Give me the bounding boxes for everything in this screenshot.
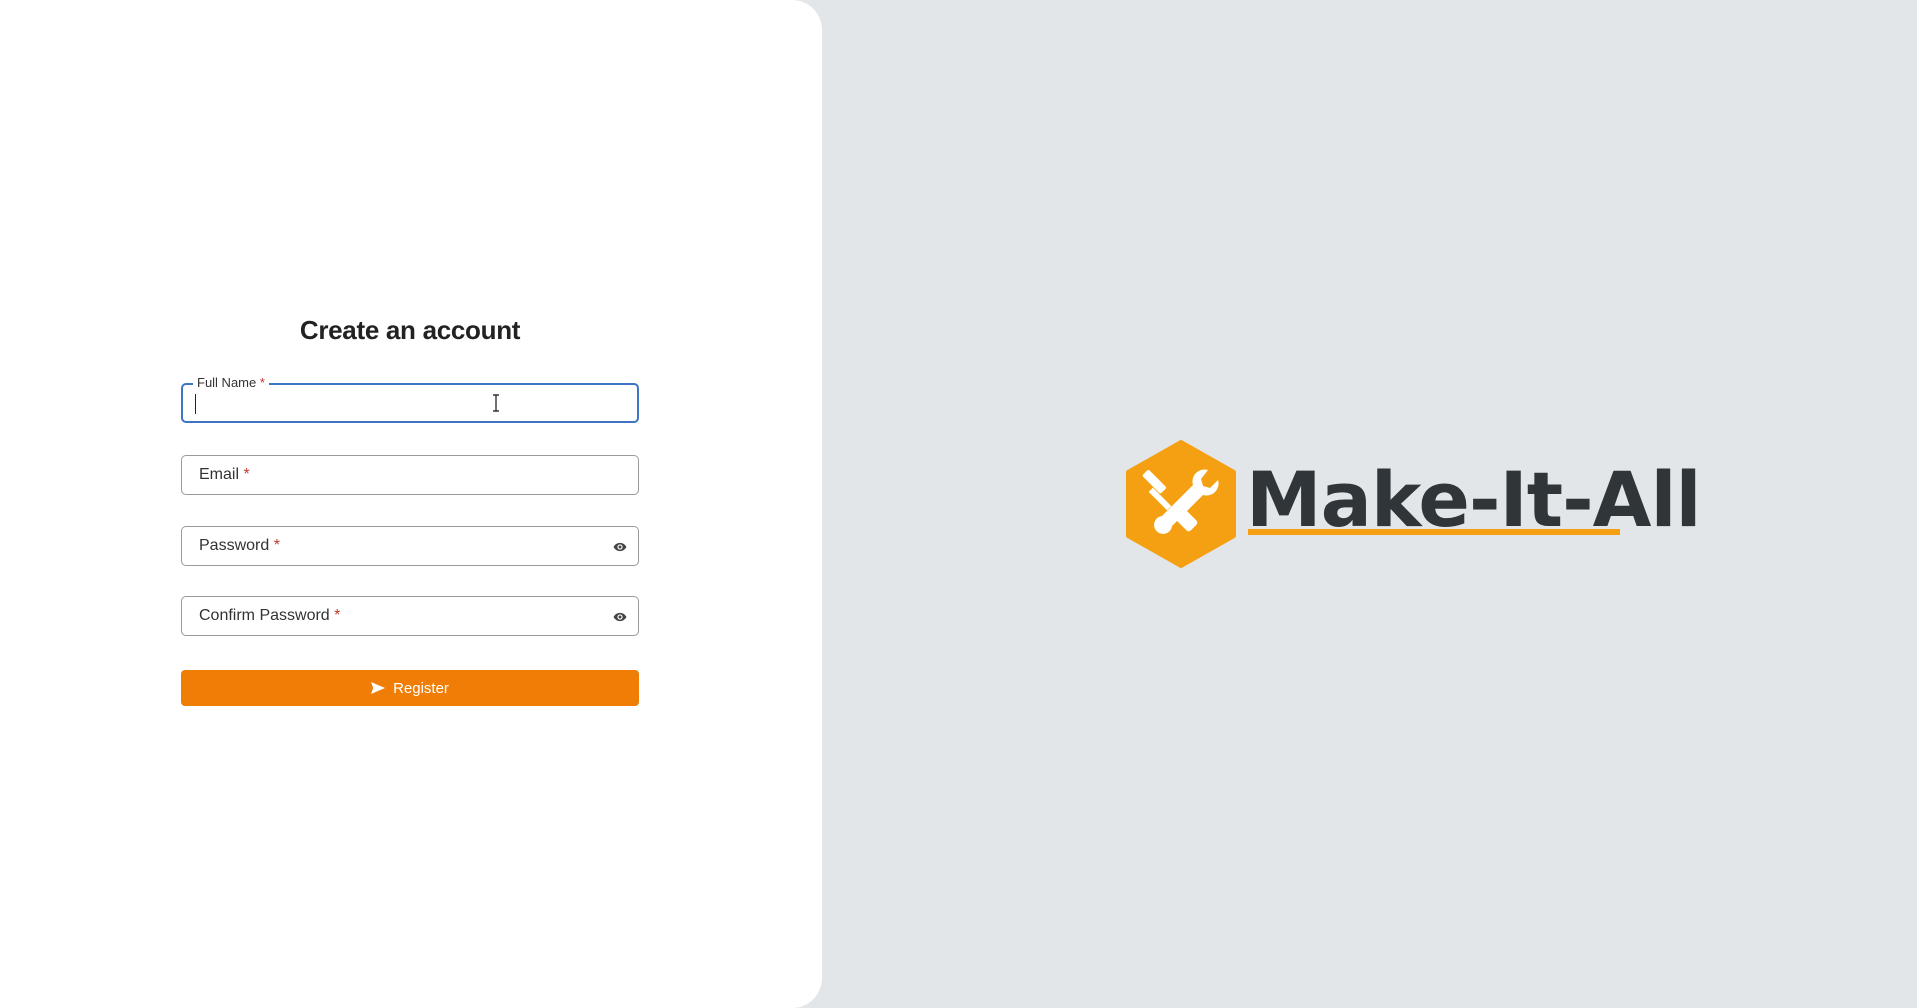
registration-form: Create an account Full Name * Email * Pa… bbox=[181, 310, 639, 706]
registration-panel: Create an account Full Name * Email * Pa… bbox=[0, 0, 822, 1008]
brand-name: Make-It-All bbox=[1246, 455, 1702, 544]
form-title: Create an account bbox=[299, 315, 521, 345]
eye-icon[interactable] bbox=[613, 610, 627, 624]
email-label: Email * bbox=[199, 466, 250, 483]
full-name-field[interactable]: Full Name * bbox=[181, 376, 639, 423]
required-mark: * bbox=[259, 375, 265, 390]
required-mark: * bbox=[243, 466, 250, 483]
brand-logo: Make-It-All bbox=[1124, 440, 1702, 568]
send-icon bbox=[371, 682, 386, 694]
tools-icon bbox=[1126, 440, 1236, 568]
required-mark: * bbox=[334, 607, 341, 624]
eye-icon[interactable] bbox=[613, 540, 627, 554]
required-mark: * bbox=[273, 537, 280, 554]
register-button[interactable]: Register bbox=[181, 670, 639, 706]
register-button-label: Register bbox=[393, 679, 449, 697]
confirm-password-label: Confirm Password * bbox=[199, 607, 341, 624]
password-label: Password * bbox=[199, 537, 280, 554]
text-caret bbox=[195, 394, 196, 414]
password-field[interactable]: Password * bbox=[181, 526, 639, 566]
email-field[interactable]: Email * bbox=[181, 455, 639, 495]
full-name-label: Full Name * bbox=[193, 376, 269, 390]
brand-underline bbox=[1248, 529, 1620, 535]
text-cursor-icon bbox=[493, 394, 499, 412]
confirm-password-field[interactable]: Confirm Password * bbox=[181, 596, 639, 636]
